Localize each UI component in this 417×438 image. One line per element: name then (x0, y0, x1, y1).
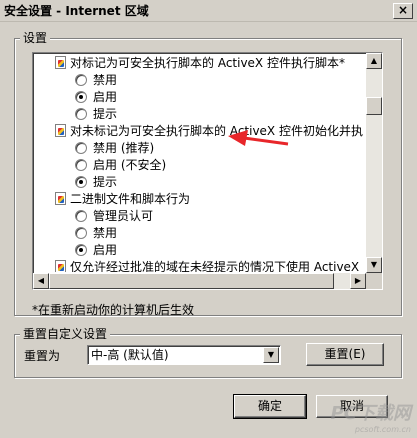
setting-option-label: 启用 (不安全) (93, 158, 167, 172)
setting-icon (55, 124, 66, 137)
radio-icon[interactable] (75, 159, 87, 171)
radio-icon[interactable] (75, 210, 87, 222)
setting-option-label: 启用 (93, 90, 118, 104)
setting-group-label: 仅允许经过批准的域在未经提示的情况下使用 ActiveX (70, 260, 360, 272)
window-title: 安全设置 - Internet 区域 (4, 4, 149, 18)
setting-group-header[interactable]: 二进制文件和脚本行为 (55, 191, 190, 208)
setting-group-label: 对标记为可安全执行脚本的 ActiveX 控件执行脚本* (70, 56, 345, 70)
setting-option-label: 启用 (93, 243, 118, 257)
watermark: PC下载网 pcsoft.com.cn (331, 399, 411, 434)
setting-option-label: 提示 (93, 175, 118, 189)
horizontal-scroll-thumb[interactable] (49, 273, 334, 289)
setting-group-label: 二进制文件和脚本行为 (70, 192, 191, 206)
setting-option-label: 禁用 (93, 226, 118, 240)
radio-selected-icon[interactable] (75, 176, 87, 188)
setting-icon (55, 260, 66, 272)
watermark-text: PC下载网 (330, 403, 411, 424)
settings-legend: 设置 (20, 31, 51, 45)
radio-icon[interactable] (75, 227, 87, 239)
reset-to-label: 重置为 (24, 349, 61, 363)
scroll-right-icon[interactable]: ▶ (350, 273, 366, 289)
title-bar: 安全设置 - Internet 区域 × (0, 0, 417, 22)
setting-icon (55, 192, 66, 205)
ok-button[interactable]: 确定 (233, 394, 307, 419)
setting-option[interactable]: 禁用 (75, 72, 117, 89)
radio-icon[interactable] (75, 74, 87, 86)
setting-option-label: 管理员认可 (93, 209, 154, 223)
vertical-scrollbar[interactable]: ▲ ▼ (366, 53, 382, 273)
setting-option[interactable]: 禁用 (推荐) (75, 140, 154, 157)
security-settings-dialog: 安全设置 - Internet 区域 × 设置 对标记为可安全执行脚本的 Act… (0, 0, 417, 438)
setting-icon (55, 56, 66, 69)
setting-option[interactable]: 提示 (75, 174, 117, 191)
scroll-up-icon[interactable]: ▲ (366, 53, 382, 69)
setting-group-header[interactable]: 对标记为可安全执行脚本的 ActiveX 控件执行脚本* (55, 55, 345, 72)
setting-option[interactable]: 启用 (75, 89, 117, 106)
scroll-down-icon[interactable]: ▼ (366, 257, 382, 273)
setting-group-header[interactable]: 仅允许经过批准的域在未经提示的情况下使用 ActiveX (55, 259, 359, 272)
setting-option[interactable]: 启用 (75, 242, 117, 259)
scroll-corner (366, 273, 382, 289)
setting-group-header[interactable]: 对未标记为可安全执行脚本的 ActiveX 控件初始化并执 (55, 123, 363, 140)
setting-option[interactable]: 禁用 (75, 225, 117, 242)
vertical-scroll-thumb[interactable] (366, 97, 382, 115)
settings-list: 对标记为可安全执行脚本的 ActiveX 控件执行脚本* 禁用 启用 提示 对未标记为可… (35, 55, 365, 272)
horizontal-scrollbar[interactable]: ◀ ▶ (33, 273, 366, 289)
restart-note: *在重新启动你的计算机后生效 (32, 303, 195, 317)
chevron-down-icon[interactable]: ▼ (263, 347, 279, 363)
close-button[interactable]: × (393, 3, 413, 19)
setting-option[interactable]: 启用 (不安全) (75, 157, 166, 174)
setting-option-label: 禁用 (93, 73, 118, 87)
setting-option[interactable]: 提示 (75, 106, 117, 123)
reset-level-value: 中-高 (默认值) (91, 348, 169, 362)
reset-legend: 重置自定义设置 (20, 327, 111, 341)
setting-option-label: 提示 (93, 107, 118, 121)
radio-icon[interactable] (75, 108, 87, 120)
setting-group-label: 对未标记为可安全执行脚本的 ActiveX 控件初始化并执 (70, 124, 363, 138)
setting-option[interactable]: 管理员认可 (75, 208, 153, 225)
radio-selected-icon[interactable] (75, 244, 87, 256)
reset-level-select[interactable]: 中-高 (默认值) ▼ (87, 345, 281, 365)
radio-selected-icon[interactable] (75, 91, 87, 103)
reset-button[interactable]: 重置(E) (306, 343, 384, 366)
scroll-left-icon[interactable]: ◀ (33, 273, 49, 289)
radio-icon[interactable] (75, 142, 87, 154)
watermark-url: pcsoft.com.cn (354, 425, 411, 434)
settings-listbox[interactable]: 对标记为可安全执行脚本的 ActiveX 控件执行脚本* 禁用 启用 提示 对未标记为可… (32, 52, 383, 290)
setting-option-label: 禁用 (推荐) (93, 141, 155, 155)
